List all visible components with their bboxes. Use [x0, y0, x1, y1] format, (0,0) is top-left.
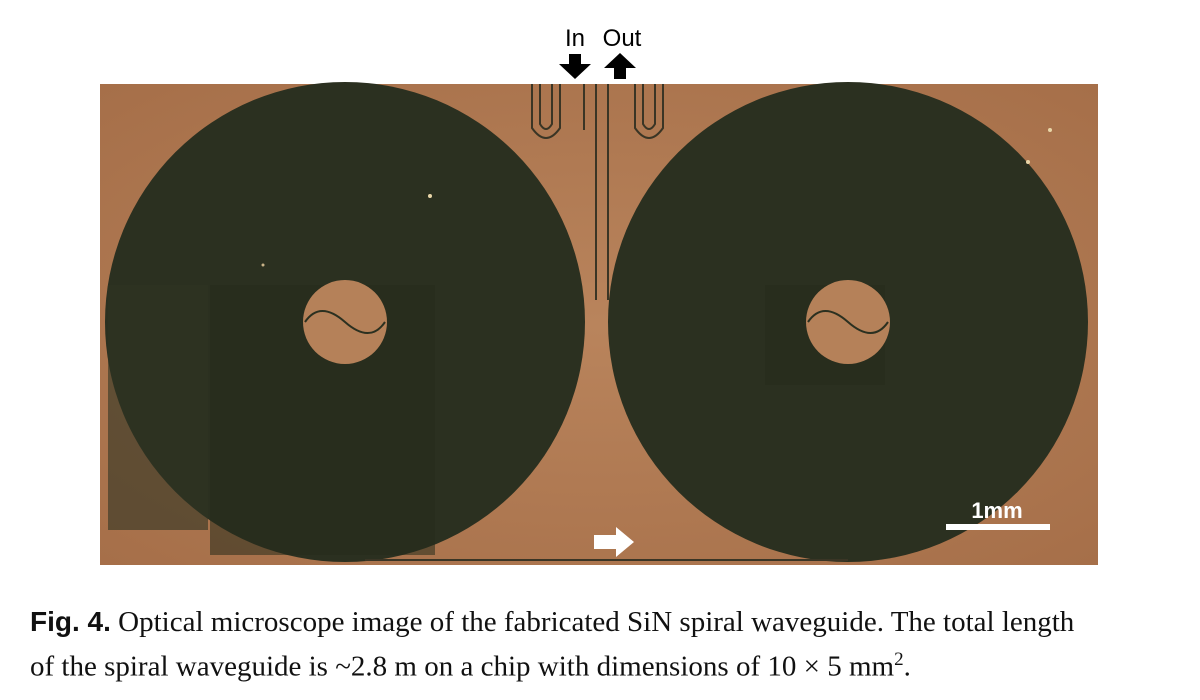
scale-bar-label: 1mm [971, 498, 1022, 523]
right-spiral [608, 82, 1088, 562]
out-arrow-icon [604, 53, 636, 79]
caption-text-2: of the spiral waveguide is ~2.8 m on a c… [30, 650, 895, 683]
caption-line-1: Fig. 4. Optical microscope image of the … [30, 603, 1180, 641]
out-label: Out [603, 25, 642, 52]
figure-caption: Fig. 4. Optical microscope image of the … [30, 603, 1180, 686]
caption-superscript: 2 [894, 649, 904, 670]
left-spiral [105, 82, 585, 562]
scale-bar [946, 524, 1050, 530]
in-label: In [565, 25, 585, 52]
caption-text-2-end: . [903, 650, 911, 683]
microscope-image: In Out 1mm [100, 25, 1098, 565]
caption-text-1: Optical microscope image of the fabricat… [118, 606, 1075, 638]
figure-label: Fig. 4. [30, 606, 111, 637]
in-arrow-icon [559, 54, 591, 79]
caption-line-2: of the spiral waveguide is ~2.8 m on a c… [30, 641, 1180, 686]
